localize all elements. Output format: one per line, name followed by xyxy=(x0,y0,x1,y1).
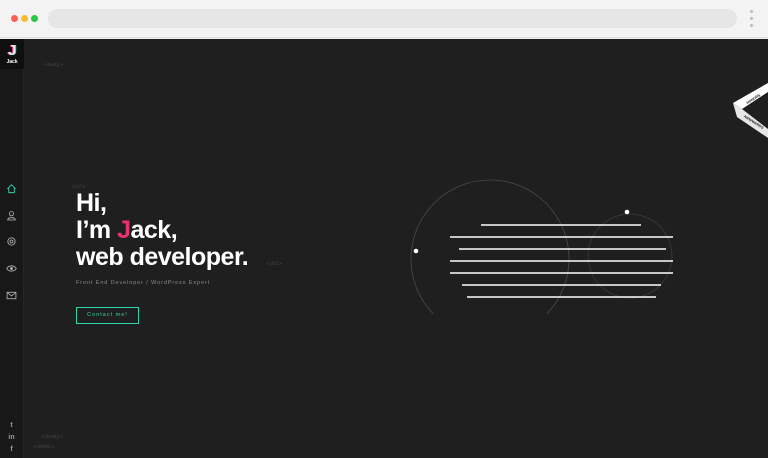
minimize-window-button[interactable] xyxy=(21,15,28,22)
logo-letter: J xyxy=(7,42,17,59)
hero-intro-rest: ack, xyxy=(130,216,178,244)
twitter-icon[interactable]: t xyxy=(7,421,16,430)
awwwards-ribbon[interactable]: HONORS AWWWARDS xyxy=(733,83,768,138)
facebook-icon[interactable]: f xyxy=(7,445,16,454)
contact-me-button[interactable]: Contact me! xyxy=(76,307,139,324)
hero-accent-letter: J xyxy=(117,216,131,244)
browser-toolbar xyxy=(0,0,768,38)
hero-subtitle: Front End Developer / WordPress Expert xyxy=(76,280,211,286)
hero-illustration xyxy=(410,179,673,314)
h1-close-tag: </h1> xyxy=(266,261,283,267)
page-content: J Jack t in f <body> <h1> </h1> </body> … xyxy=(0,39,768,458)
hero-heading: Hi, I’m Jack, web developer. xyxy=(76,189,249,271)
hero-role: web developer. xyxy=(76,243,249,271)
body-close-tag: </body> xyxy=(41,434,64,440)
hero-intro: I’m Jack, xyxy=(76,217,248,244)
mail-icon[interactable] xyxy=(6,290,17,301)
close-window-button[interactable] xyxy=(11,15,18,22)
hero-intro-prefix: I’m xyxy=(76,216,118,244)
body-open-tag: <body> xyxy=(43,62,64,68)
user-icon[interactable] xyxy=(6,210,17,221)
linkedin-icon[interactable]: in xyxy=(7,433,16,442)
maximize-window-button[interactable] xyxy=(31,15,38,22)
address-bar[interactable] xyxy=(48,9,737,28)
eye-icon[interactable] xyxy=(6,263,17,274)
browser-menu-icon[interactable] xyxy=(750,10,754,28)
logo-name: Jack xyxy=(6,59,18,65)
hero-greeting: Hi, xyxy=(76,189,107,217)
settings-icon[interactable] xyxy=(6,236,17,247)
logo[interactable]: J Jack xyxy=(0,39,24,69)
sidebar: J Jack t in f xyxy=(0,39,24,458)
home-icon[interactable] xyxy=(6,183,17,194)
html-close-tag: </html> xyxy=(33,444,55,450)
